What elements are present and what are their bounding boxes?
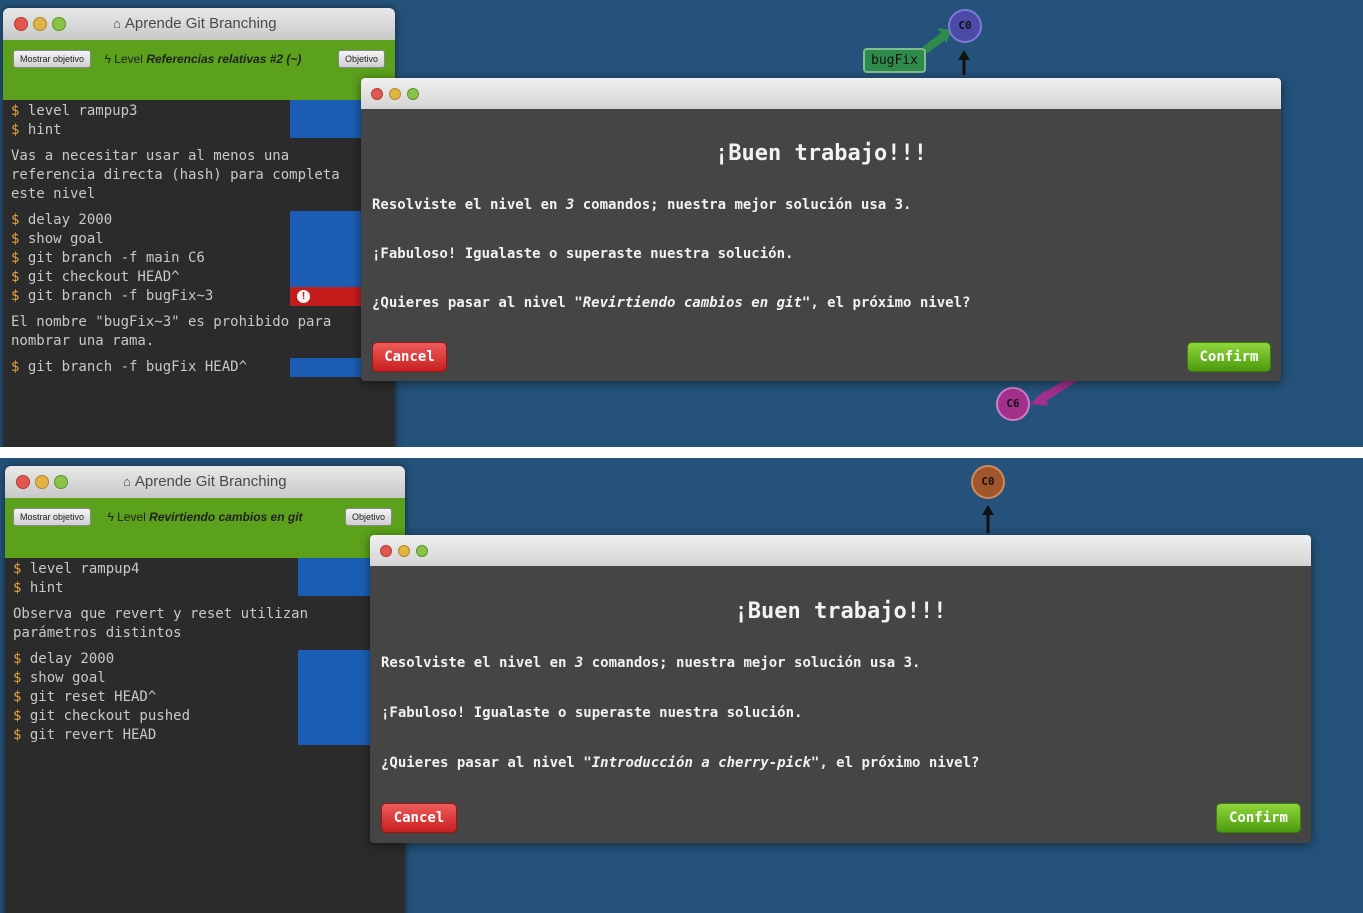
- command-line: $ level rampup3: [11, 103, 138, 119]
- dialog-heading: ¡Buen trabajo!!!: [715, 141, 927, 166]
- commit-node-c0[interactable]: C0: [971, 465, 1005, 499]
- level-name: Referencias relativas #2 (~): [146, 52, 302, 66]
- terminal-title: ⌂ Aprende Git Branching: [113, 15, 277, 32]
- minimize-window-icon[interactable]: [389, 88, 401, 100]
- dialog-titlebar: [370, 535, 1311, 566]
- command-line: $ git branch -f bugFix HEAD^: [11, 359, 248, 375]
- minimize-window-icon[interactable]: [33, 17, 47, 31]
- command-line: $ git reset HEAD^: [13, 689, 157, 705]
- next-level-question: ¿Quieres pasar al nivel "Revirtiendo cam…: [372, 295, 971, 311]
- bolt-icon: ϟ: [104, 52, 111, 66]
- next-level-question: ¿Quieres pasar al nivel "Introducción a …: [381, 755, 980, 771]
- command-line: $ git revert HEAD: [13, 727, 157, 743]
- level-bar: Mostrar objetivo ϟ Level Referencias rel…: [3, 40, 395, 100]
- command-line: $ delay 2000: [11, 212, 113, 228]
- maximize-window-icon[interactable]: [52, 17, 66, 31]
- home-icon: ⌂: [113, 16, 121, 31]
- terminal-titlebar: ⌂ Aprende Git Branching: [3, 8, 395, 40]
- close-window-icon[interactable]: [371, 88, 383, 100]
- show-goal-button[interactable]: Mostrar objetivo: [13, 50, 92, 68]
- command-line: $ git branch -f bugFix~3: [11, 288, 214, 304]
- screenshot-panel-2: C0 ⌂ Aprende Git Branching Mostrar objeti…: [0, 458, 1363, 913]
- maximize-window-icon[interactable]: [416, 545, 428, 557]
- command-line: $ git checkout pushed: [13, 708, 191, 724]
- hint-output: Observa que revert y reset utilizan pará…: [13, 606, 309, 641]
- minimize-window-icon[interactable]: [398, 545, 410, 557]
- command-line: $ delay 2000: [13, 651, 115, 667]
- terminal-titlebar: ⌂ Aprende Git Branching: [5, 466, 405, 498]
- level-indicator: ϟ Level Revirtiendo cambios en git: [105, 510, 305, 524]
- command-terminal: ⌂ Aprende Git Branching Mostrar objetivo …: [3, 8, 395, 447]
- result-message: Resolviste el nivel en 3 comandos; nuest…: [381, 655, 921, 671]
- minimize-window-icon[interactable]: [35, 475, 49, 489]
- commit-node-c0[interactable]: C0: [948, 9, 982, 43]
- close-window-icon[interactable]: [380, 545, 392, 557]
- home-icon: ⌂: [123, 474, 131, 489]
- command-line: $ level rampup4: [13, 561, 140, 577]
- terminal-title: ⌂ Aprende Git Branching: [123, 473, 287, 490]
- dialog-heading: ¡Buen trabajo!!!: [734, 599, 947, 624]
- level-complete-dialog: ¡Buen trabajo!!! Resolviste el nivel en …: [370, 535, 1311, 843]
- level-prefix: Level: [117, 510, 146, 524]
- level-bar: Mostrar objetivo ϟ Level Revirtiendo cam…: [5, 498, 405, 558]
- command-line: $ hint: [11, 122, 62, 138]
- command-line: $ show goal: [13, 670, 106, 686]
- close-window-icon[interactable]: [14, 17, 28, 31]
- confirm-button[interactable]: Confirm: [1216, 803, 1301, 833]
- praise-message: ¡Fabuloso! Igualaste o superaste nuestra…: [372, 246, 794, 262]
- dialog-titlebar: [361, 78, 1281, 109]
- commit-node-c6[interactable]: C6: [996, 387, 1030, 421]
- command-line: $ git checkout HEAD^: [11, 269, 180, 285]
- close-window-icon[interactable]: [16, 475, 30, 489]
- command-terminal: ⌂ Aprende Git Branching Mostrar objetivo …: [5, 466, 405, 913]
- screenshot-panel-1: C0 bugFix C6 ⌂ Aprende Git Branching Most…: [0, 0, 1363, 447]
- level-complete-dialog: ¡Buen trabajo!!! Resolviste el nivel en …: [361, 78, 1281, 381]
- error-output: El nombre "bugFix~3" es prohibido para n…: [11, 314, 332, 349]
- result-message: Resolviste el nivel en 3 comandos; nuest…: [372, 197, 912, 213]
- confirm-button[interactable]: Confirm: [1187, 342, 1271, 372]
- level-indicator: ϟ Level Referencias relativas #2 (~): [103, 52, 303, 66]
- goal-button[interactable]: Objetivo: [338, 50, 386, 68]
- command-line: $ git branch -f main C6: [11, 250, 205, 266]
- terminal-history: $ level rampup4 $ hint Observa que rever…: [5, 558, 405, 747]
- show-goal-button[interactable]: Mostrar objetivo: [13, 508, 92, 526]
- level-name: Revirtiendo cambios en git: [149, 510, 303, 524]
- praise-message: ¡Fabuloso! Igualaste o superaste nuestra…: [381, 705, 803, 721]
- hint-output: Vas a necesitar usar al menos una refere…: [11, 148, 340, 202]
- goal-button[interactable]: Objetivo: [345, 508, 393, 526]
- terminal-history: $ level rampup3 $ hint Vas a necesitar u…: [3, 100, 395, 379]
- branch-label-bugfix[interactable]: bugFix: [863, 48, 926, 73]
- cancel-button[interactable]: Cancel: [372, 342, 447, 372]
- maximize-window-icon[interactable]: [54, 475, 68, 489]
- command-line: $ show goal: [11, 231, 104, 247]
- cancel-button[interactable]: Cancel: [381, 803, 457, 833]
- bolt-icon: ϟ: [107, 510, 114, 524]
- command-line: $ hint: [13, 580, 64, 596]
- maximize-window-icon[interactable]: [407, 88, 419, 100]
- level-prefix: Level: [114, 52, 143, 66]
